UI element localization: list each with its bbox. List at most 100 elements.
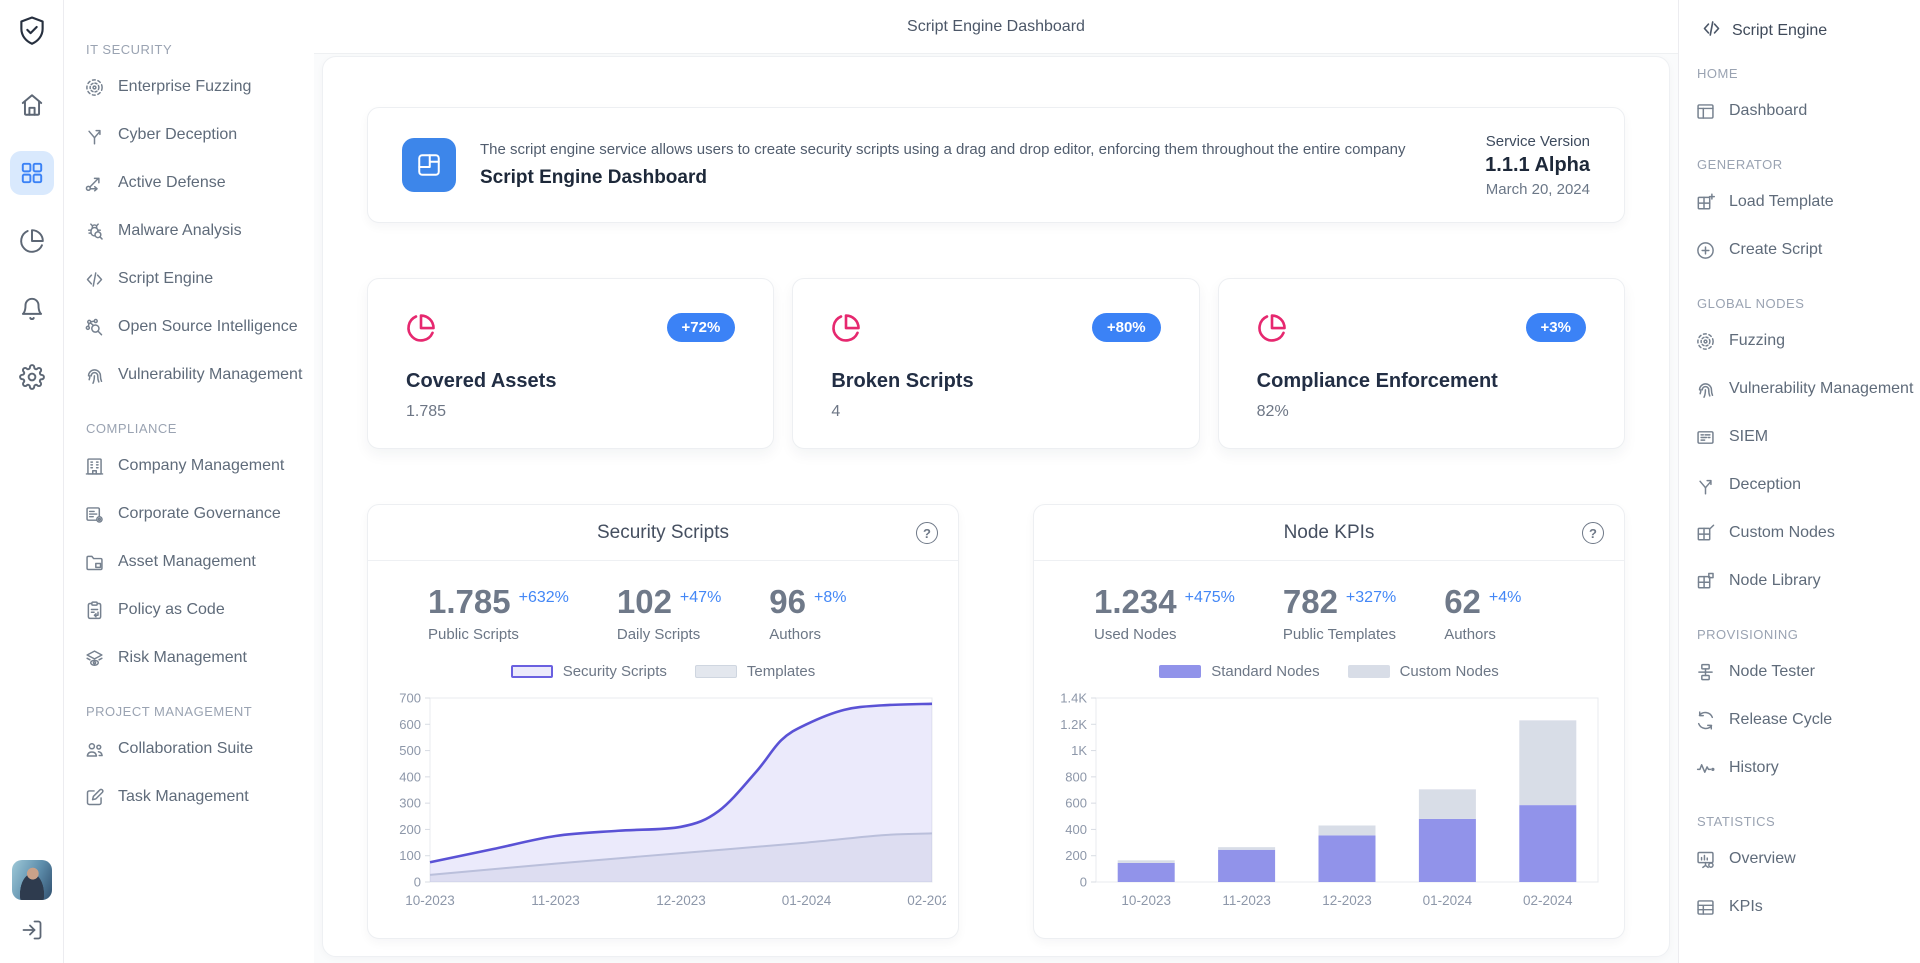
rsidebar-item-overview[interactable]: Overview bbox=[1695, 835, 1912, 883]
chart-stat: 102+47%Daily Scripts bbox=[617, 585, 721, 643]
rail-notifications-button[interactable] bbox=[10, 287, 54, 331]
svg-text:12-2023: 12-2023 bbox=[656, 893, 706, 908]
rsidebar-item-release-cycle[interactable]: Release Cycle bbox=[1695, 696, 1912, 744]
svg-text:10-2023: 10-2023 bbox=[405, 893, 455, 908]
rsidebar-section-label: HOME bbox=[1697, 66, 1912, 81]
deception-icon bbox=[84, 125, 105, 146]
rsidebar-item-node-library[interactable]: Node Library bbox=[1695, 557, 1912, 605]
presentation-icon bbox=[1695, 849, 1716, 870]
rsidebar-item-kpis[interactable]: KPIs bbox=[1695, 883, 1912, 931]
rsidebar-item-deception[interactable]: Deception bbox=[1695, 461, 1912, 509]
fuzzing-icon bbox=[84, 77, 105, 98]
legend-label: Custom Nodes bbox=[1400, 663, 1499, 680]
rsidebar-item-label: Fuzzing bbox=[1729, 332, 1785, 350]
sidebar-item-company-management[interactable]: Company Management bbox=[84, 442, 304, 490]
sidebar-item-active-defense[interactable]: Active Defense bbox=[84, 159, 304, 207]
icon-rail bbox=[0, 0, 64, 963]
sidebar-item-label: Script Engine bbox=[118, 270, 213, 288]
svg-text:700: 700 bbox=[399, 691, 421, 706]
square-pen-icon bbox=[84, 787, 105, 808]
chart-header: Security Scripts? bbox=[368, 505, 958, 561]
rsidebar-item-fuzzing[interactable]: Fuzzing bbox=[1695, 317, 1912, 365]
home-icon bbox=[19, 92, 45, 118]
building-icon bbox=[84, 456, 105, 477]
rail-home-button[interactable] bbox=[10, 83, 54, 127]
refresh-icon bbox=[1695, 710, 1716, 731]
sidebar-item-open-source-intelligence[interactable]: Open Source Intelligence bbox=[84, 303, 304, 351]
sidebar-item-cyber-deception[interactable]: Cyber Deception bbox=[84, 111, 304, 159]
rsidebar-item-history[interactable]: History bbox=[1695, 744, 1912, 792]
stat-delta: +475% bbox=[1185, 589, 1235, 607]
gear-icon bbox=[19, 364, 45, 390]
app-logo bbox=[15, 14, 49, 53]
rsidebar-item-siem[interactable]: SIEM bbox=[1695, 413, 1912, 461]
stat-card-value: 4 bbox=[831, 403, 1160, 421]
svg-text:200: 200 bbox=[399, 822, 421, 837]
sidebar-item-script-engine[interactable]: Script Engine bbox=[84, 255, 304, 303]
sidebar-item-label: Policy as Code bbox=[118, 601, 225, 619]
rsidebar-item-create-script[interactable]: Create Script bbox=[1695, 226, 1912, 274]
osint-icon bbox=[84, 317, 105, 338]
rsidebar-item-label: Load Template bbox=[1729, 193, 1834, 211]
sidebar-item-label: Corporate Governance bbox=[118, 505, 281, 523]
rsidebar-item-node-tester[interactable]: Node Tester bbox=[1695, 648, 1912, 696]
sidebar-item-asset-management[interactable]: Asset Management bbox=[84, 538, 304, 586]
sidebar-item-corporate-governance[interactable]: Corporate Governance bbox=[84, 490, 304, 538]
chart-stats: 1.785+632%Public Scripts102+47%Daily Scr… bbox=[368, 561, 958, 643]
rail-settings-button[interactable] bbox=[10, 355, 54, 399]
chart-stats: 1.234+475%Used Nodes782+327%Public Templ… bbox=[1034, 561, 1624, 643]
rail-analytics-button[interactable] bbox=[10, 219, 54, 263]
chart-card-security-scripts: Security Scripts?1.785+632%Public Script… bbox=[367, 504, 959, 939]
chart-plot-wrap: 02004006008001K1.2K1.4K10-202311-202312-… bbox=[1034, 690, 1624, 916]
layout-grid-icon bbox=[19, 160, 45, 186]
sidebar-item-vulnerability-management[interactable]: Vulnerability Management bbox=[84, 351, 304, 399]
pie-chart-icon bbox=[406, 313, 436, 348]
stat-card-title: Broken Scripts bbox=[831, 370, 1160, 393]
legend-swatch bbox=[511, 665, 553, 678]
sidebar-item-task-management[interactable]: Task Management bbox=[84, 773, 304, 821]
stat-number: 1.234 bbox=[1094, 585, 1177, 618]
stat-card-broken-scripts: +80%Broken Scripts4 bbox=[792, 278, 1199, 449]
security-scripts-chart: 010020030040050060070010-202311-202312-2… bbox=[380, 690, 946, 916]
svg-text:400: 400 bbox=[1065, 822, 1087, 837]
left-sidebar: IT SECURITYEnterprise FuzzingCyber Decep… bbox=[64, 0, 314, 963]
stat-number: 1.785 bbox=[428, 585, 511, 618]
layers-eye-icon bbox=[84, 648, 105, 669]
rsidebar-item-load-template[interactable]: Load Template bbox=[1695, 178, 1912, 226]
logout-button[interactable] bbox=[20, 918, 44, 947]
sidebar-item-risk-management[interactable]: Risk Management bbox=[84, 634, 304, 682]
stat-number: 102 bbox=[617, 585, 672, 618]
legend-item: Security Scripts bbox=[511, 663, 667, 680]
user-avatar[interactable] bbox=[12, 860, 52, 900]
rsidebar-item-vulnerability-management[interactable]: Vulnerability Management bbox=[1695, 365, 1912, 413]
chart-header: Node KPIs? bbox=[1034, 505, 1624, 561]
rsidebar-item-dashboard[interactable]: Dashboard bbox=[1695, 87, 1912, 135]
legend-swatch bbox=[1159, 665, 1201, 678]
grid-edit-icon bbox=[1695, 523, 1716, 544]
svg-text:1K: 1K bbox=[1071, 743, 1087, 758]
sidebar-item-malware-analysis[interactable]: Malware Analysis bbox=[84, 207, 304, 255]
sidebar-item-label: Malware Analysis bbox=[118, 222, 242, 240]
sidebar-item-policy-as-code[interactable]: Policy as Code bbox=[84, 586, 304, 634]
stat-cards-row: +72%Covered Assets1.785+80%Broken Script… bbox=[367, 278, 1625, 449]
sidebar-item-collaboration-suite[interactable]: Collaboration Suite bbox=[84, 725, 304, 773]
sidebar-item-label: Active Defense bbox=[118, 174, 226, 192]
help-icon[interactable]: ? bbox=[916, 522, 938, 544]
svg-text:600: 600 bbox=[399, 717, 421, 732]
rail-apps-button[interactable] bbox=[10, 151, 54, 195]
pie-chart-icon bbox=[831, 313, 861, 348]
chart-title: Node KPIs bbox=[1284, 522, 1375, 544]
rsidebar-item-label: Dashboard bbox=[1729, 102, 1807, 120]
header-card-text: The script engine service allows users t… bbox=[480, 141, 1406, 189]
rsidebar-item-custom-nodes[interactable]: Custom Nodes bbox=[1695, 509, 1912, 557]
rsidebar-item-label: KPIs bbox=[1729, 898, 1763, 916]
stat-delta: +327% bbox=[1346, 589, 1396, 607]
help-icon[interactable]: ? bbox=[1582, 522, 1604, 544]
pie-chart-icon bbox=[831, 313, 861, 343]
svg-text:02-2024: 02-2024 bbox=[1523, 893, 1573, 908]
sidebar-item-enterprise-fuzzing[interactable]: Enterprise Fuzzing bbox=[84, 63, 304, 111]
stat-number: 62 bbox=[1444, 585, 1481, 618]
bell-icon bbox=[19, 296, 45, 322]
trend-badge: +3% bbox=[1526, 313, 1586, 342]
malware-icon bbox=[84, 221, 105, 242]
